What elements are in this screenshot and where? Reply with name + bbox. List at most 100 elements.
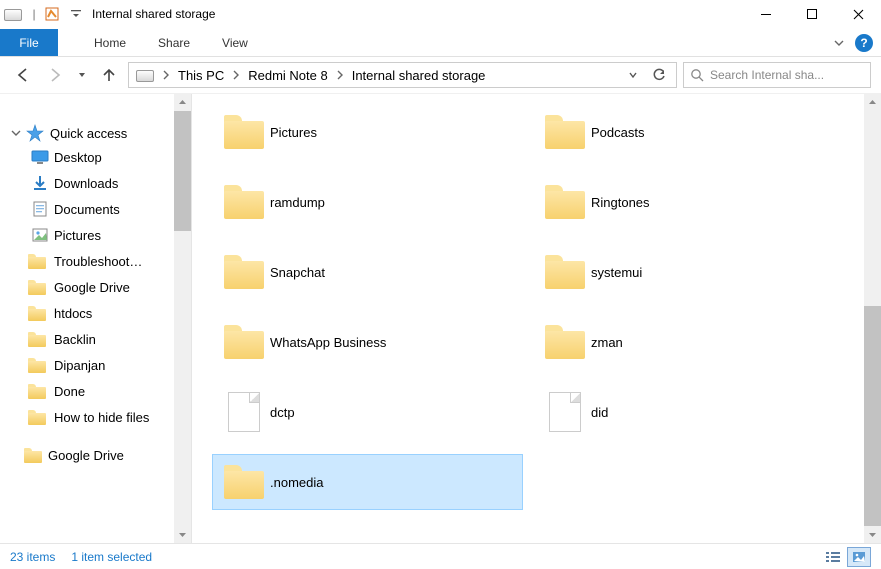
status-selection: 1 item selected <box>71 550 152 564</box>
tab-home[interactable]: Home <box>78 29 142 56</box>
quick-access-star-icon <box>26 124 44 142</box>
folder-item[interactable]: Ringtones <box>533 174 844 230</box>
chevron-right-icon[interactable] <box>157 70 175 80</box>
folder-icon <box>218 325 270 359</box>
sidebar-item[interactable]: htdocs <box>0 300 191 326</box>
tab-share[interactable]: Share <box>142 29 206 56</box>
folder-icon <box>539 115 591 149</box>
folder-icon <box>30 306 50 321</box>
folder-item[interactable]: .nomedia <box>212 454 523 510</box>
sidebar-item[interactable]: Documents <box>0 196 191 222</box>
scroll-thumb[interactable] <box>864 306 881 526</box>
document-icon <box>30 201 50 217</box>
sidebar-item[interactable]: Troubleshoot… <box>0 248 191 274</box>
monitor-icon <box>30 150 50 164</box>
file-tab[interactable]: File <box>0 29 58 56</box>
qat-dropdown-icon[interactable] <box>64 3 88 25</box>
details-view-button[interactable] <box>821 547 845 567</box>
qat-drive-icon[interactable] <box>4 3 28 25</box>
sidebar-item-label: Troubleshoot… <box>54 254 169 269</box>
file-icon <box>539 392 591 432</box>
address-drive-icon[interactable] <box>133 63 157 87</box>
folder-icon <box>30 280 50 295</box>
folder-icon <box>218 115 270 149</box>
address-bar[interactable]: This PC Redmi Note 8 Internal shared sto… <box>128 62 677 88</box>
navpane-scrollbar[interactable] <box>174 94 191 543</box>
sidebar-item[interactable]: Downloads <box>0 170 191 196</box>
folder-item[interactable]: WhatsApp Business <box>212 314 523 370</box>
scroll-down-icon[interactable] <box>864 526 881 543</box>
folder-item[interactable]: Snapchat <box>212 244 523 300</box>
item-label: Podcasts <box>591 125 644 140</box>
up-button[interactable] <box>96 62 122 88</box>
sidebar-item-label: Dipanjan <box>54 358 169 373</box>
folder-item[interactable]: zman <box>533 314 844 370</box>
maximize-button[interactable] <box>789 0 835 28</box>
sidebar-item-label: Pictures <box>54 228 169 243</box>
item-label: did <box>591 405 608 420</box>
folder-icon <box>30 384 50 399</box>
help-button[interactable]: ? <box>855 34 873 52</box>
ribbon: File Home Share View ? <box>0 29 881 57</box>
item-label: .nomedia <box>270 475 323 490</box>
recent-locations-button[interactable] <box>74 62 90 88</box>
sidebar-item[interactable]: Done <box>0 378 191 404</box>
close-button[interactable] <box>835 0 881 28</box>
scroll-down-icon[interactable] <box>174 526 191 543</box>
scroll-thumb[interactable] <box>174 111 191 231</box>
folder-icon <box>539 325 591 359</box>
scroll-up-icon[interactable] <box>864 94 881 111</box>
sidebar-item-label: Done <box>54 384 169 399</box>
folder-item[interactable]: ramdump <box>212 174 523 230</box>
title-bar: | Internal shared storage <box>0 0 881 29</box>
sidebar-item-label: Downloads <box>54 176 169 191</box>
navigation-row: This PC Redmi Note 8 Internal shared sto… <box>0 57 881 94</box>
search-icon <box>690 68 704 82</box>
folder-icon <box>218 185 270 219</box>
folder-icon <box>30 358 50 373</box>
sidebar-item[interactable]: How to hide files <box>0 404 191 430</box>
refresh-button[interactable] <box>646 63 672 87</box>
sidebar-item[interactable]: Google Drive <box>0 274 191 300</box>
folder-item[interactable]: systemui <box>533 244 844 300</box>
forward-button[interactable] <box>42 62 68 88</box>
chevron-right-icon[interactable] <box>331 70 349 80</box>
sidebar-item-label: Google Drive <box>54 280 169 295</box>
address-dropdown-button[interactable] <box>620 63 646 87</box>
folder-icon <box>30 332 50 347</box>
tab-view[interactable]: View <box>206 29 264 56</box>
folder-icon <box>30 410 50 425</box>
item-label: zman <box>591 335 623 350</box>
chevron-right-icon[interactable] <box>227 70 245 80</box>
quick-access-label: Quick access <box>50 126 127 141</box>
breadcrumb-segment[interactable]: This PC <box>175 63 227 87</box>
sidebar-item-label: Desktop <box>54 150 169 165</box>
sidebar-item[interactable]: Pictures <box>0 222 191 248</box>
back-button[interactable] <box>10 62 36 88</box>
item-label: Ringtones <box>591 195 650 210</box>
search-input[interactable]: Search Internal sha... <box>683 62 871 88</box>
search-placeholder: Search Internal sha... <box>710 68 824 82</box>
sidebar-item[interactable]: Dipanjan <box>0 352 191 378</box>
qat-properties-icon[interactable] <box>40 3 64 25</box>
ribbon-expand-icon[interactable] <box>833 37 845 49</box>
scroll-up-icon[interactable] <box>174 94 191 111</box>
sidebar-item-google-drive[interactable]: Google Drive <box>0 446 191 465</box>
item-label: ramdump <box>270 195 325 210</box>
large-icons-view-button[interactable] <box>847 547 871 567</box>
folder-icon <box>539 255 591 289</box>
breadcrumb-segment[interactable]: Redmi Note 8 <box>245 63 330 87</box>
folder-item[interactable]: Pictures <box>212 104 523 160</box>
sidebar-item[interactable]: Backlin <box>0 326 191 352</box>
content-scrollbar[interactable] <box>864 94 881 543</box>
file-item[interactable]: dctp <box>212 384 523 440</box>
file-item[interactable]: did <box>533 384 844 440</box>
quick-access-header[interactable]: Quick access <box>0 122 191 144</box>
breadcrumb-segment[interactable]: Internal shared storage <box>349 63 489 87</box>
folder-item[interactable]: Podcasts <box>533 104 844 160</box>
content-area[interactable]: Pictures Podcasts ramdump Ringtones Snapchat… <box>192 94 864 543</box>
minimize-button[interactable] <box>743 0 789 28</box>
pictures-icon <box>30 228 50 242</box>
sidebar-item[interactable]: Desktop <box>0 144 191 170</box>
folder-icon <box>539 185 591 219</box>
